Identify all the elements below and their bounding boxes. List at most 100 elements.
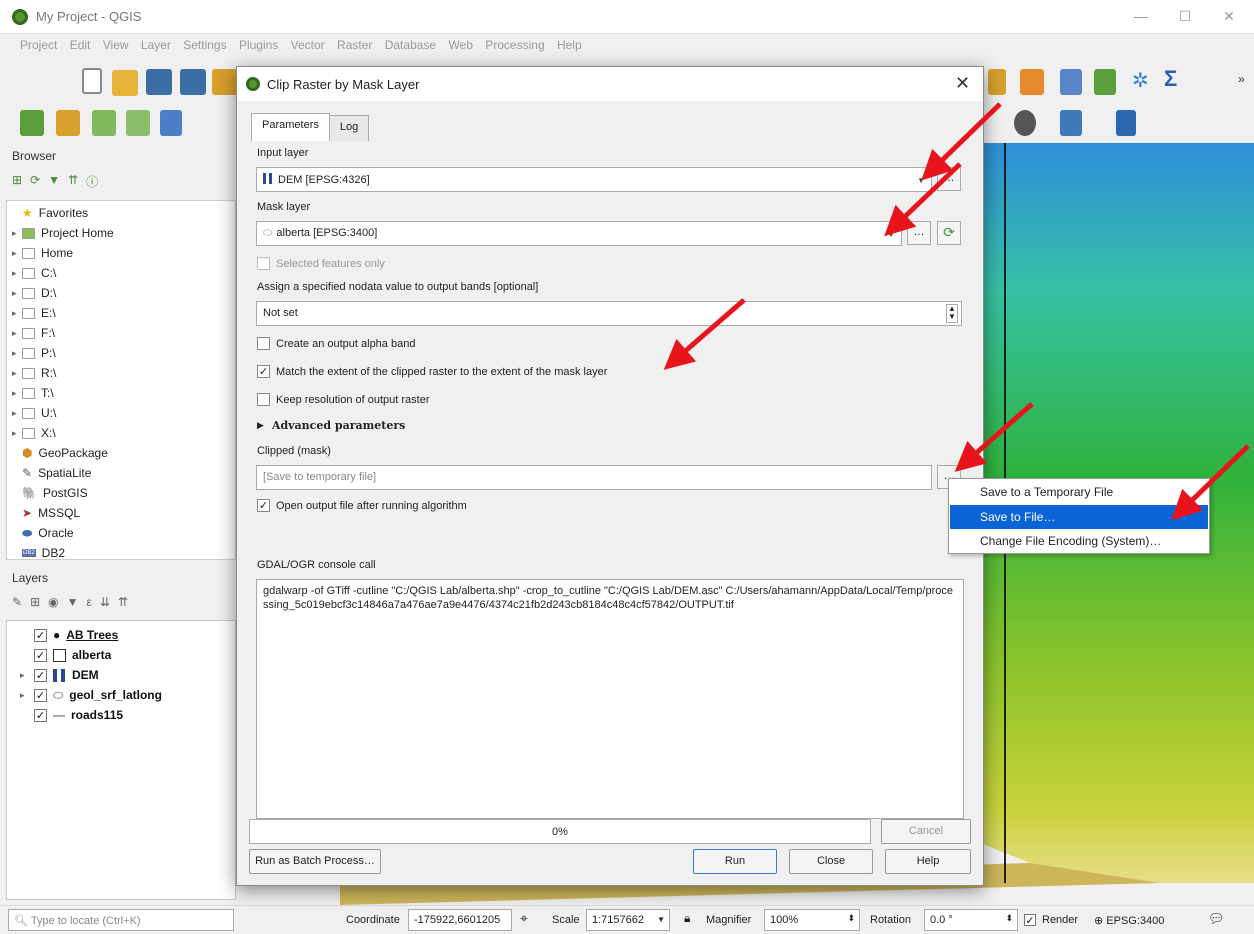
coordinate-field[interactable]: -175922,6601205 [408,909,512,931]
mask-layer-browse-button[interactable]: … [907,221,931,245]
layer-geol-srf-latlong[interactable]: geol_srf_latlong [69,688,162,702]
measure-icon[interactable] [988,69,1006,95]
menu-help[interactable]: Help [557,34,582,52]
dialog-close-icon[interactable]: ✕ [955,73,970,94]
browser-item-t[interactable]: T:\ [41,386,54,400]
menu-raster[interactable]: Raster [337,34,372,52]
collapse-all-icon[interactable]: ⇈ [68,173,78,190]
match-extent-checkbox[interactable]: ✓ Match the extent of the clipped raster … [257,365,607,378]
layer-dem[interactable]: DEM [72,668,99,682]
add-selected-icon[interactable]: ⊞ [12,173,22,190]
menu-web[interactable]: Web [448,34,472,52]
cancel-button[interactable]: Cancel [881,819,971,844]
layer-checkbox[interactable]: ✓ [34,668,47,682]
input-layer-combo[interactable]: DEM [EPSG:4326] ▼ [256,167,932,192]
add-delimited-icon[interactable] [92,110,116,136]
minimize-button[interactable]: — [1126,4,1156,28]
menu-edit[interactable]: Edit [70,34,91,52]
close-button[interactable]: Close [789,849,873,874]
open-output-checkbox[interactable]: ✓ Open output file after running algorith… [257,499,467,512]
browser-item-favorites[interactable]: Favorites [39,206,88,220]
selection-icon[interactable] [1020,69,1044,95]
python-icon[interactable] [1060,110,1082,136]
menu-item-change-encoding[interactable]: Change File Encoding (System)… [950,529,1208,553]
browser-item-mssql[interactable]: MSSQL [38,506,80,520]
add-vector-icon[interactable] [56,110,80,136]
browser-item-e[interactable]: E:\ [41,306,56,320]
layer-alberta[interactable]: alberta [72,648,111,662]
save-project-icon[interactable] [146,69,172,95]
browser-item-x[interactable]: X:\ [41,426,56,440]
sum-icon[interactable]: Σ [1164,66,1177,92]
menu-vector[interactable]: Vector [291,34,325,52]
database-icon[interactable] [160,110,182,136]
menu-item-save-temporary[interactable]: Save to a Temporary File [950,480,1208,504]
console-call-text[interactable]: gdalwarp -of GTiff -cutline "C:/QGIS Lab… [256,579,964,819]
menu-processing[interactable]: Processing [485,34,544,52]
browser-item-p[interactable]: P:\ [41,346,56,360]
batch-process-button[interactable]: Run as Batch Process… [249,849,381,874]
browser-item-project-home[interactable]: Project Home [41,226,114,240]
browser-item-spatialite[interactable]: SpatiaLite [38,466,91,480]
alpha-band-checkbox[interactable]: Create an output alpha band [257,337,415,350]
spinner-icon[interactable]: ▲ ▼ [946,304,958,323]
digitize-icon[interactable] [126,110,150,136]
toolbar-overflow-icon[interactable]: » [1238,72,1245,86]
run-button[interactable]: Run [693,849,777,874]
add-group-icon[interactable]: ⊞ [30,595,40,609]
browser-item-geopackage[interactable]: GeoPackage [38,446,107,460]
maximize-button[interactable]: ☐ [1170,4,1200,28]
browser-item-postgis[interactable]: PostGIS [43,486,88,500]
expression-filter-icon[interactable]: ε [87,595,92,609]
close-window-button[interactable]: ✕ [1214,4,1244,28]
add-raster-icon[interactable] [20,110,44,136]
attribute-table-icon[interactable] [1060,69,1082,95]
scale-field[interactable]: 1:7157662 ▼ [586,909,670,931]
tab-log[interactable]: Log [328,115,370,141]
render-toggle[interactable]: ✓ Render [1024,914,1078,927]
browser-item-r[interactable]: R:\ [41,366,56,380]
visibility-icon[interactable]: ◉ [48,595,58,609]
mask-layer-combo[interactable]: ⬭ alberta [EPSG:3400] ▼ [256,221,902,246]
browser-item-f[interactable]: F:\ [41,326,55,340]
browser-item-db2[interactable]: DB2 [42,546,65,560]
menu-database[interactable]: Database [385,34,436,52]
statistics-icon[interactable] [1094,69,1116,95]
browser-item-home[interactable]: Home [41,246,73,260]
open-project-icon[interactable] [112,70,138,96]
keep-resolution-checkbox[interactable]: Keep resolution of output raster [257,393,429,406]
globe-icon[interactable] [1014,110,1036,136]
browser-item-d[interactable]: D:\ [41,286,56,300]
layer-checkbox[interactable]: ✓ [34,628,47,642]
collapse-all-layers-icon[interactable]: ⇈ [118,595,128,609]
settings-gear-icon[interactable]: ✲ [1132,68,1149,93]
menu-layer[interactable]: Layer [141,34,171,52]
help-button[interactable]: Help [885,849,971,874]
menu-plugins[interactable]: Plugins [239,34,278,52]
browser-item-c[interactable]: C:\ [41,266,56,280]
messages-icon[interactable]: 💬︎ [1208,911,1225,927]
layout-icon[interactable] [212,69,238,95]
menu-view[interactable]: View [103,34,129,52]
menu-item-save-to-file[interactable]: Save to File… [950,505,1208,529]
clipped-output-field[interactable]: [Save to temporary file] [256,465,932,490]
render-checkbox[interactable]: ✓ [1024,914,1036,927]
input-layer-browse-button[interactable]: … [937,167,961,191]
help-contents-icon[interactable] [1116,110,1136,136]
layer-ab-trees[interactable]: AB Trees [66,628,118,642]
layer-checkbox[interactable]: ✓ [34,688,47,702]
nodata-input[interactable]: Not set ▲ ▼ [256,301,962,326]
crs-button[interactable]: ⊕ EPSG:3400 [1094,914,1164,927]
advanced-parameters-toggle[interactable]: ▶ Advanced parameters [257,419,405,432]
filter-legend-icon[interactable]: ▼ [67,595,79,609]
lock-icon[interactable]: 🔒︎ [684,911,690,926]
mouse-icon[interactable]: ⌖ [520,910,528,927]
new-project-icon[interactable] [82,68,102,94]
browser-item-oracle[interactable]: Oracle [38,526,73,540]
locator-search-input[interactable]: 🔍︎ Type to locate (Ctrl+K) [8,909,234,931]
menu-settings[interactable]: Settings [183,34,226,52]
info-icon[interactable]: ⓘ [86,173,98,190]
style-icon[interactable]: ✎ [12,595,22,609]
layer-roads115[interactable]: roads115 [71,708,123,722]
iterate-icon[interactable]: ⟳ [937,221,961,245]
